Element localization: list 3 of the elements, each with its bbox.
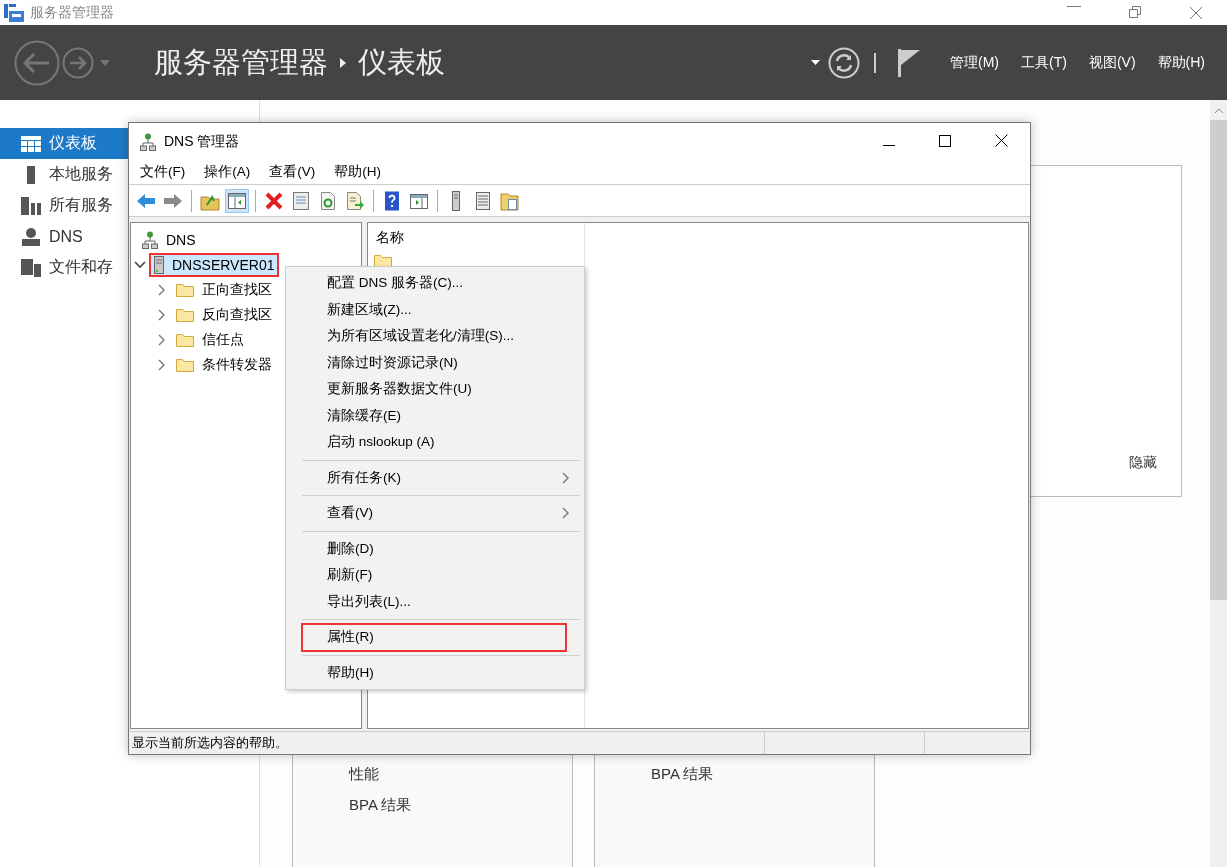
window-title: 服务器管理器 bbox=[30, 3, 114, 22]
window-title: DNS 管理器 bbox=[164, 132, 240, 151]
status-text: 显示当前所选内容的帮助。 bbox=[129, 732, 765, 754]
